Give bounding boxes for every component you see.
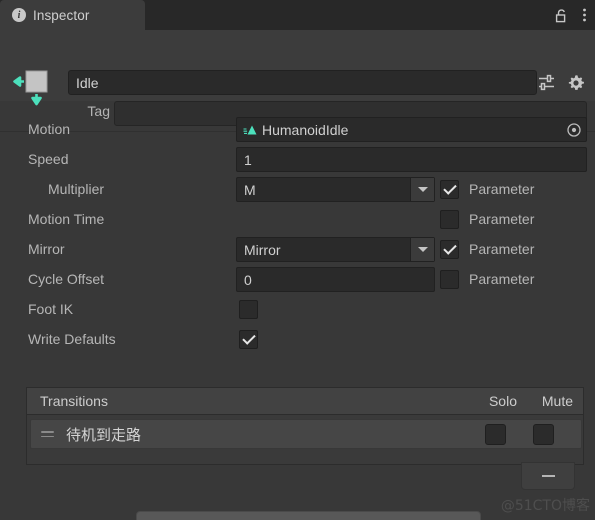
transition-solo-checkbox[interactable] bbox=[485, 424, 506, 445]
speed-label: Speed bbox=[28, 151, 69, 167]
multiplier-parameter-checkbox[interactable] bbox=[440, 180, 459, 199]
multiplier-label: Multiplier bbox=[48, 181, 105, 197]
speed-value: 1 bbox=[244, 151, 252, 168]
unlocked-padlock-icon[interactable] bbox=[555, 8, 569, 23]
gear-icon[interactable] bbox=[567, 74, 585, 92]
mirror-dropdown[interactable]: Mirror bbox=[236, 237, 435, 262]
animation-clip-icon bbox=[243, 123, 259, 136]
header-actions bbox=[538, 70, 585, 95]
transitions-list: Transitions Solo Mute 待机到走路 bbox=[26, 387, 584, 465]
motion-label: Motion bbox=[28, 121, 71, 137]
animator-state-icon bbox=[10, 68, 60, 112]
object-picker-icon[interactable] bbox=[565, 121, 583, 139]
mirror-value: Mirror bbox=[244, 241, 281, 258]
motion-time-parameter-label: Parameter bbox=[469, 211, 535, 227]
inspector-tabbar: i Inspector bbox=[0, 0, 595, 30]
kebab-menu-icon[interactable] bbox=[582, 7, 587, 23]
multiplier-value: M bbox=[244, 181, 256, 198]
multiplier-parameter-label: Parameter bbox=[469, 181, 535, 197]
tab-inspector-label: Inspector bbox=[33, 7, 90, 23]
state-name-input[interactable]: Idle bbox=[68, 70, 537, 95]
inspector-panel: Idle Tag Motion HumanoidIdle Speed 1 Mul… bbox=[0, 30, 595, 520]
transitions-title: Transitions bbox=[40, 393, 108, 409]
transition-mute-checkbox[interactable] bbox=[533, 424, 554, 445]
chevron-down-icon[interactable] bbox=[410, 238, 434, 261]
motion-time-label: Motion Time bbox=[28, 211, 105, 227]
mirror-label: Mirror bbox=[28, 241, 65, 257]
foot-ik-label: Foot IK bbox=[28, 301, 74, 317]
cycle-offset-input[interactable]: 0 bbox=[236, 267, 435, 292]
cycle-offset-value: 0 bbox=[244, 271, 252, 288]
motion-time-parameter-checkbox[interactable] bbox=[440, 210, 459, 229]
state-header: Idle Tag bbox=[0, 30, 595, 126]
transition-name: 待机到走路 bbox=[66, 425, 142, 444]
write-defaults-checkbox[interactable] bbox=[239, 330, 258, 349]
multiplier-dropdown[interactable]: M bbox=[236, 177, 435, 202]
cycle-offset-parameter-label: Parameter bbox=[469, 271, 535, 287]
speed-input[interactable]: 1 bbox=[236, 147, 587, 172]
info-icon: i bbox=[12, 8, 26, 22]
write-defaults-label: Write Defaults bbox=[28, 331, 116, 347]
mute-column-label: Mute bbox=[541, 393, 573, 409]
chevron-down-icon[interactable] bbox=[410, 178, 434, 201]
table-row[interactable]: 待机到走路 bbox=[30, 419, 582, 449]
motion-object-field[interactable]: HumanoidIdle bbox=[236, 117, 587, 142]
preset-selector-icon[interactable] bbox=[538, 74, 555, 91]
add-behaviour-button[interactable]: Add Behaviour bbox=[136, 511, 481, 520]
tab-inspector[interactable]: i Inspector bbox=[0, 0, 145, 30]
state-name-value: Idle bbox=[76, 74, 99, 91]
mirror-parameter-checkbox[interactable] bbox=[440, 240, 459, 259]
tag-label: Tag bbox=[87, 103, 110, 119]
tabbar-actions bbox=[555, 0, 587, 30]
mirror-parameter-label: Parameter bbox=[469, 241, 535, 257]
transitions-header: Transitions Solo Mute bbox=[27, 388, 583, 415]
drag-handle-icon[interactable] bbox=[41, 431, 54, 437]
solo-column-label: Solo bbox=[488, 393, 517, 409]
remove-transition-button[interactable] bbox=[521, 462, 575, 490]
foot-ik-checkbox[interactable] bbox=[239, 300, 258, 319]
cycle-offset-label: Cycle Offset bbox=[28, 271, 104, 287]
motion-value: HumanoidIdle bbox=[262, 121, 349, 138]
minus-icon bbox=[541, 475, 555, 477]
watermark: @51CTO博客 bbox=[500, 498, 590, 514]
cycle-offset-parameter-checkbox[interactable] bbox=[440, 270, 459, 289]
